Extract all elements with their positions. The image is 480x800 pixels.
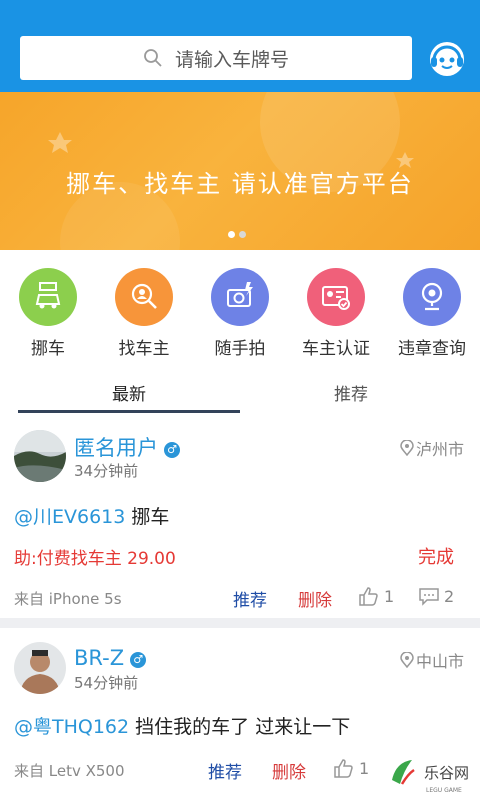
male-icon: ♂ [130,652,147,668]
feature-owner-verify[interactable]: 车主认证 [291,262,381,359]
post-content: @川EV6613 挪车 [14,502,169,529]
username-text: 匿名用户 [74,436,158,460]
tab-active-indicator [18,410,240,413]
comment-icon [419,588,439,606]
thumb-up-icon [334,759,353,778]
location-pin-icon [400,652,414,668]
device-source: 来自 Letv X500 [14,762,125,780]
post-text: 挪车 [125,506,170,528]
comment-count: 2 [444,586,455,606]
username[interactable]: BR-Z ♂ [74,646,147,670]
feature-label: 随手拍 [214,339,266,359]
feature-violation-query[interactable]: 违章查询 [387,262,477,359]
username-text: BR-Z [74,646,125,670]
post-location: 泸州市 [400,436,464,460]
feature-label: 违章查询 [398,339,466,359]
tab-recommended[interactable]: 推荐 [240,370,462,414]
avatar[interactable] [14,430,66,482]
feature-label: 车主认证 [302,339,370,359]
banner-title: 挪车、找车主 请认准官方平台 [66,170,414,198]
status-label: 完成 [418,547,454,568]
svg-text:乐谷网: 乐谷网 [424,764,469,782]
paid-request: 助:付费找车主 29.00 [14,549,176,569]
feature-label: 找车主 [118,339,170,359]
delete-button[interactable]: 删除 [298,586,332,611]
like-button[interactable]: 1 [333,757,369,779]
pagination-dot-active[interactable] [228,231,235,238]
headset-robot-icon [430,42,464,76]
pagination-dot[interactable] [239,231,246,238]
location-pin-icon [400,440,414,456]
post-separator [0,618,480,628]
avatar[interactable] [14,642,66,694]
location-text: 中山市 [415,652,464,671]
find-owner-icon [115,268,173,326]
like-count: 1 [359,758,370,778]
like-count: 1 [384,586,395,606]
webcam-icon [403,268,461,326]
camera-icon [211,268,269,326]
feature-move-car[interactable]: 挪车 [3,262,93,359]
tab-latest[interactable]: 最新 [18,370,240,414]
banner-pagination [228,231,246,238]
search-input[interactable]: 请输入车牌号 [20,36,412,80]
male-icon: ♂ [164,442,180,458]
promo-banner[interactable]: 挪车、找车主 请认准官方平台 [0,92,480,250]
post-card[interactable]: 匿名用户 ♂ 34分钟前 泸州市 @川EV6613 挪车 助:付费找车主 29.0… [0,420,480,618]
recommend-button[interactable]: 推荐 [233,586,267,611]
post-time: 54分钟前 [74,674,139,692]
plate-mention[interactable]: @川EV6613 [14,506,125,528]
delete-button[interactable]: 删除 [272,758,306,783]
username[interactable]: 匿名用户 ♂ [74,432,180,462]
watermark-logo: 乐谷网 LEGU GAME [380,740,480,800]
post-text: 挡住我的车了 过来让一下 [129,716,351,738]
location-text: 泸州市 [415,440,464,459]
post-time: 34分钟前 [74,462,139,480]
move-car-icon [19,268,77,326]
search-placeholder: 请输入车牌号 [174,48,289,71]
feature-grid: 挪车 找车主 随手拍 车主认证 违章查询 [0,262,480,359]
svg-text:LEGU GAME: LEGU GAME [426,787,462,794]
feature-find-owner[interactable]: 找车主 [99,262,189,359]
feature-snap-photo[interactable]: 随手拍 [195,262,285,359]
top-bar: 请输入车牌号 [0,0,480,92]
device-source: 来自 iPhone 5s [14,590,122,608]
post-content: @粤THQ162 挡住我的车了 过来让一下 [14,712,350,739]
thumb-up-icon [359,587,378,606]
recommend-button[interactable]: 推荐 [208,758,242,783]
comment-button[interactable]: 2 [418,585,454,607]
search-icon [144,49,162,67]
id-card-icon [307,268,365,326]
customer-service-button[interactable] [426,38,468,80]
like-button[interactable]: 1 [358,585,394,607]
plate-mention[interactable]: @粤THQ162 [14,716,129,738]
feature-label: 挪车 [31,339,65,359]
post-location: 中山市 [400,648,464,672]
